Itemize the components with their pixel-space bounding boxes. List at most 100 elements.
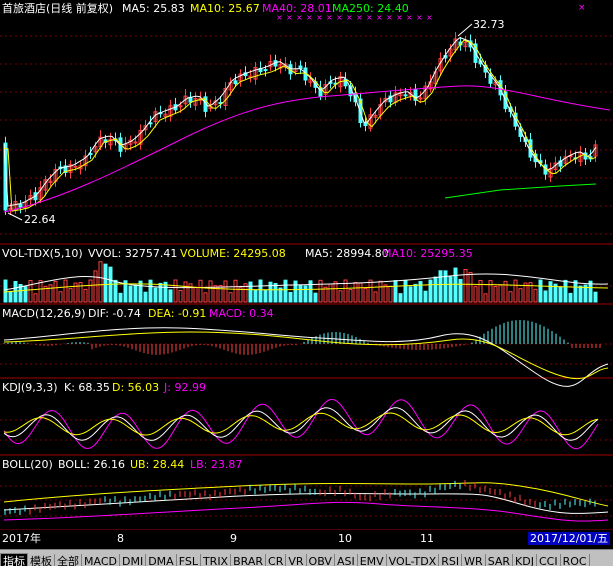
volume-bar (403, 279, 408, 303)
volume-bar (308, 280, 313, 303)
tab-all[interactable]: 全部 (55, 554, 82, 566)
volume-bar (493, 285, 498, 303)
tab-emv[interactable]: EMV (357, 554, 387, 566)
volume-bar (543, 290, 548, 303)
vol-indicator-name: VOL-TDX(5,10) (2, 247, 83, 260)
axis-month-8: 8 (117, 532, 124, 545)
tab-cr[interactable]: CR (266, 554, 287, 566)
tab-dmi[interactable]: DMI (119, 554, 147, 566)
boll-readout: BOLL: 26.16 (58, 458, 125, 471)
j-line (3, 398, 599, 450)
volume-bar (248, 281, 253, 303)
candle-body (18, 203, 23, 208)
volume-bar (353, 281, 358, 303)
dif-readout: DIF: -0.74 (88, 307, 141, 320)
axis-month-11: 11 (420, 532, 434, 545)
d-readout: D: 56.03 (112, 381, 160, 394)
volume-bar (328, 283, 333, 303)
ma250-readout: MA250: 24.40 (332, 2, 409, 15)
volume-bar (513, 279, 518, 303)
chart-canvas[interactable]: × × × × × × × × × × × × × × × ×× (0, 0, 613, 530)
low-price-label: 22.64 (24, 213, 56, 226)
volume-bar (298, 284, 303, 303)
volume-bar (283, 279, 288, 303)
tab-brar[interactable]: BRAR (231, 554, 267, 566)
volume-bar (578, 285, 583, 303)
candle-body (363, 122, 368, 127)
volume-bar (413, 283, 418, 303)
volume-bar (568, 292, 573, 303)
volume-bar (498, 284, 503, 303)
volume-bar (478, 280, 483, 303)
volume-bar (333, 281, 338, 303)
volume-bar (313, 292, 318, 303)
lb-line (3, 501, 609, 522)
high-price-label: 32.73 (473, 18, 505, 31)
volume-bar (398, 293, 403, 303)
ma40-readout: MA40: 28.01 (262, 2, 332, 15)
tab-roc[interactable]: ROC (560, 554, 590, 566)
volume-bar (443, 270, 448, 303)
volume-bar (68, 288, 73, 303)
volume-bar (58, 291, 63, 303)
volume-bar (483, 293, 488, 303)
volume-bar (168, 289, 173, 303)
tab-sar[interactable]: SAR (485, 554, 514, 566)
tab-fsl[interactable]: FSL (176, 554, 201, 566)
volume-bar (318, 279, 323, 303)
macd-readout: MACD: 0.34 (209, 307, 274, 320)
k-readout: K: 68.35 (64, 381, 110, 394)
volume-bar (408, 286, 413, 303)
tab-obv[interactable]: OBV (306, 554, 335, 566)
tab-rsi[interactable]: RSI (439, 554, 463, 566)
tab-wr[interactable]: WR (462, 554, 486, 566)
signal-marker: × (426, 13, 433, 22)
volume-bar (263, 289, 268, 303)
boll-indicator-name: BOLL(20) (2, 458, 53, 471)
tab-vol-tdx[interactable]: VOL-TDX (386, 554, 440, 566)
tab-templates[interactable]: 模板 (28, 554, 55, 566)
volume-bar (363, 287, 368, 303)
volume-bar (128, 285, 133, 303)
volume-bar (193, 287, 198, 303)
volume-bar (28, 279, 33, 303)
volume-readout: VOLUME: 24295.08 (180, 247, 286, 260)
volume-bar (453, 267, 458, 303)
volume-bar (388, 285, 393, 303)
tab-asi[interactable]: ASI (334, 554, 358, 566)
ma250-line (444, 183, 597, 199)
tab-indicators[interactable]: 指标 (0, 553, 28, 566)
volume-bar (178, 289, 183, 303)
volume-bar (198, 279, 203, 303)
cursor-date-box: 2017/12/01/五 (528, 532, 611, 545)
tab-vr[interactable]: VR (286, 554, 307, 566)
volume-bar (373, 291, 378, 303)
volume-bar (548, 281, 553, 303)
volume-bar (348, 289, 353, 303)
volume-bar (203, 292, 208, 303)
vvol-readout: VVOL: 32757.41 (88, 247, 178, 260)
tab-cci[interactable]: CCI (536, 554, 561, 566)
volume-bar (538, 279, 543, 303)
volume-bar (3, 279, 8, 303)
volume-bar (38, 280, 43, 303)
axis-year-label: 2017年 (2, 532, 41, 545)
volume-bar (558, 286, 563, 303)
volume-bar (458, 278, 463, 303)
volume-bar (473, 286, 478, 303)
volume-bar (23, 286, 28, 303)
candle-body (73, 165, 78, 168)
volume-bar (173, 279, 178, 303)
tab-dma[interactable]: DMA (146, 554, 177, 566)
tab-kdj[interactable]: KDJ (513, 554, 537, 566)
volume-bar (8, 290, 13, 303)
tab-trix[interactable]: TRIX (200, 554, 232, 566)
ma10-readout: MA10: 25.67 (190, 2, 260, 15)
tab-macd[interactable]: MACD (82, 554, 120, 566)
dea-line (3, 331, 609, 380)
volume-bar (303, 285, 308, 303)
axis-month-10: 10 (338, 532, 352, 545)
ub-readout: UB: 28.44 (130, 458, 185, 471)
macd-indicator-name: MACD(12,26,9) (2, 307, 86, 320)
volume-bar (533, 288, 538, 303)
